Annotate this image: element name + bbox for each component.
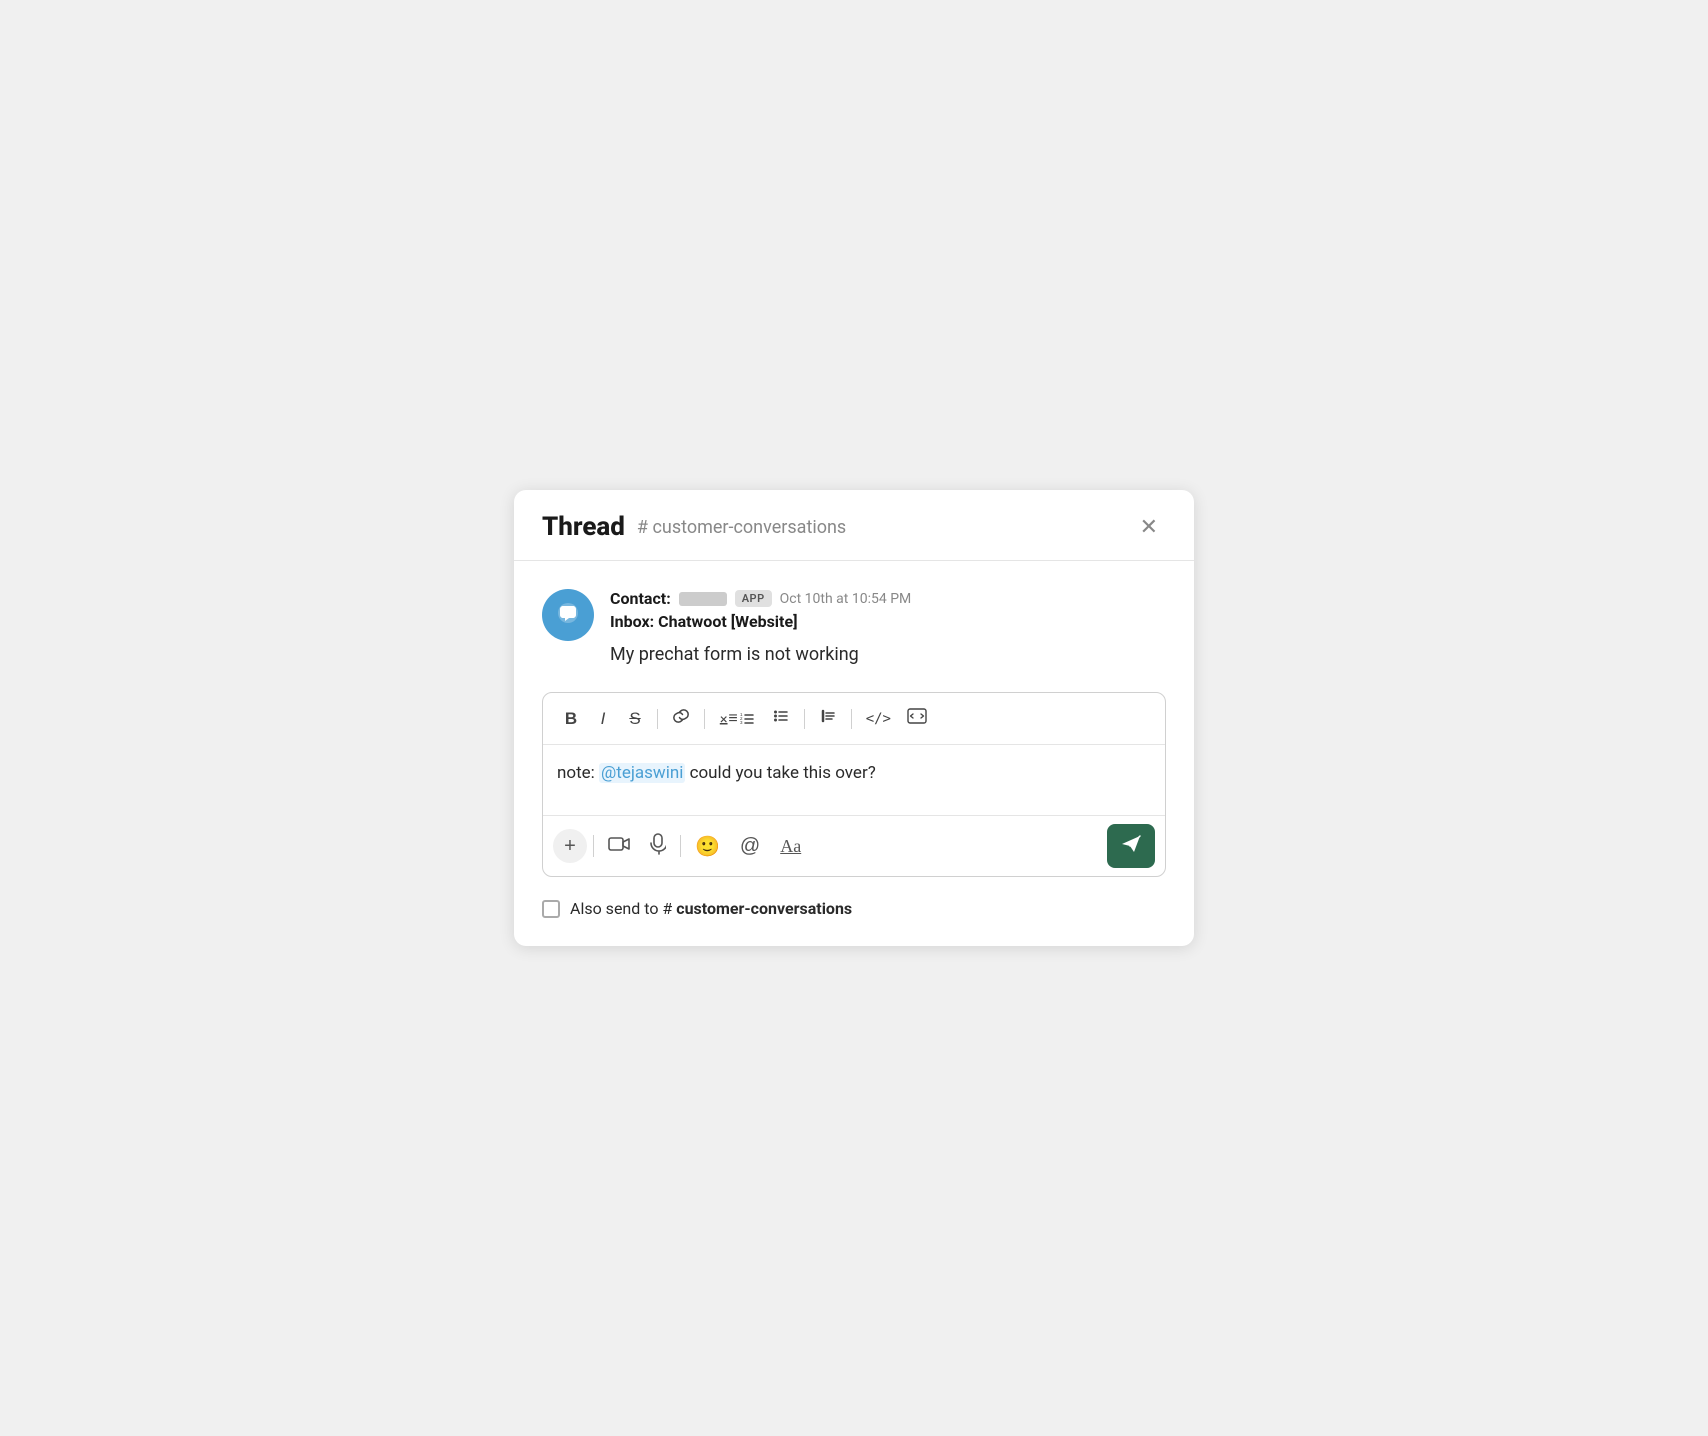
- compose-toolbar: B I S: [543, 693, 1165, 745]
- mention-tag: @tejaswini: [599, 763, 685, 783]
- emoji-icon: 🙂: [695, 834, 720, 859]
- emoji-button[interactable]: 🙂: [687, 828, 728, 865]
- ordered-list-button[interactable]: ⨱≡ 1 2 3: [713, 706, 762, 732]
- avatar-icon: [554, 599, 582, 632]
- svg-text:3: 3: [740, 720, 743, 725]
- panel-header: Thread # customer-conversations ✕: [514, 490, 1194, 561]
- microphone-icon: [650, 833, 666, 860]
- close-icon: ✕: [1140, 514, 1158, 539]
- send-button[interactable]: [1107, 824, 1155, 868]
- compose-text-after: could you take this over?: [685, 763, 875, 783]
- rich-text-icon: Aa: [780, 836, 801, 857]
- send-icon: [1120, 834, 1142, 859]
- blockquote-icon: [819, 707, 837, 730]
- contact-name-redacted: [679, 592, 727, 606]
- avatar: [542, 589, 594, 641]
- compose-footer: +: [543, 815, 1165, 876]
- plus-icon: +: [564, 835, 576, 858]
- also-send-row: Also send to # customer-conversations: [542, 895, 1166, 922]
- channel-name: # customer-conversations: [637, 517, 846, 538]
- bullet-list-button[interactable]: [766, 703, 796, 734]
- italic-button[interactable]: I: [589, 705, 617, 733]
- app-badge: APP: [735, 590, 772, 607]
- message-timestamp: Oct 10th at 10:54 PM: [780, 591, 912, 607]
- toolbar-divider-3: [804, 709, 805, 729]
- video-icon: [608, 835, 630, 858]
- blockquote-button[interactable]: [813, 703, 843, 734]
- also-send-checkbox[interactable]: [542, 900, 560, 918]
- also-send-channel: customer-conversations: [676, 899, 852, 918]
- message-text: My prechat form is not working: [610, 641, 1166, 668]
- video-button[interactable]: [600, 829, 638, 864]
- message-block: Contact: APP Oct 10th at 10:54 PM Inbox:…: [542, 589, 1166, 668]
- strikethrough-button[interactable]: S: [621, 705, 649, 733]
- toolbar-divider-2: [704, 709, 705, 729]
- message-meta: Contact: APP Oct 10th at 10:54 PM: [610, 589, 1166, 608]
- bold-button[interactable]: B: [557, 705, 585, 733]
- toolbar-divider-4: [851, 709, 852, 729]
- compose-box: B I S: [542, 692, 1166, 877]
- code-block-button[interactable]: [901, 703, 933, 734]
- close-button[interactable]: ✕: [1132, 512, 1166, 542]
- header-left: Thread # customer-conversations: [542, 512, 846, 542]
- thread-panel: Thread # customer-conversations ✕: [514, 490, 1194, 946]
- also-send-text: Also send to # customer-conversations: [570, 899, 852, 918]
- contact-label: Contact:: [610, 589, 671, 608]
- compose-text-area[interactable]: note: @tejaswini could you take this ove…: [543, 745, 1165, 815]
- mention-button[interactable]: @: [732, 829, 768, 864]
- message-content: Contact: APP Oct 10th at 10:54 PM Inbox:…: [610, 589, 1166, 668]
- panel-body: Contact: APP Oct 10th at 10:54 PM Inbox:…: [514, 561, 1194, 946]
- bullet-list-icon: [772, 707, 790, 730]
- code-button[interactable]: </>: [860, 707, 897, 731]
- ordered-list-icon: ⨱≡: [719, 710, 738, 728]
- add-attachment-button[interactable]: +: [553, 829, 587, 863]
- audio-button[interactable]: [642, 827, 674, 866]
- rich-text-button[interactable]: Aa: [772, 830, 809, 863]
- compose-text-before: note:: [557, 763, 599, 783]
- link-icon: [672, 707, 690, 730]
- footer-divider-2: [680, 835, 681, 857]
- panel-title: Thread: [542, 512, 625, 542]
- at-icon: @: [740, 835, 760, 858]
- footer-divider-1: [593, 835, 594, 857]
- toolbar-divider-1: [657, 709, 658, 729]
- code-block-icon: [907, 707, 927, 730]
- link-button[interactable]: [666, 703, 696, 734]
- inbox-label: Inbox: Chatwoot [Website]: [610, 612, 1166, 631]
- code-icon: </>: [866, 711, 891, 727]
